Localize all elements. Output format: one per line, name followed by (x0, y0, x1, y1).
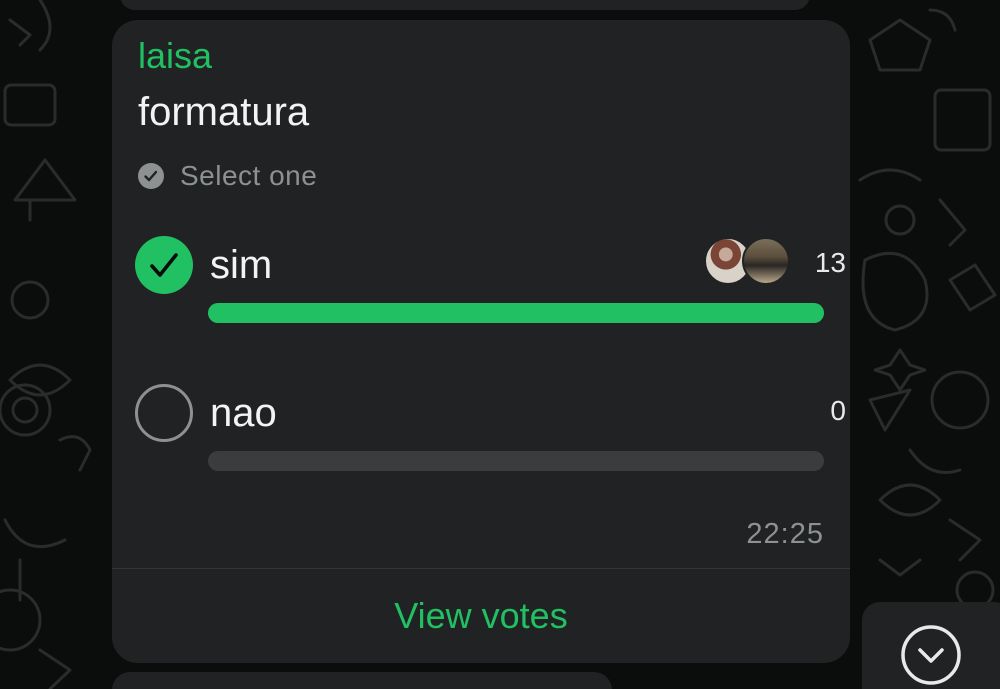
option-progress-fill (208, 303, 824, 323)
poll-option[interactable]: sim 13 (134, 233, 846, 333)
option-progress-track (208, 451, 824, 471)
option-selected-check-icon[interactable] (134, 235, 194, 295)
option-label: sim (210, 243, 273, 287)
option-progress-track (208, 303, 824, 323)
poll-message: laisa formatura Select one sim 13 nao 0 (112, 20, 850, 663)
view-votes-button[interactable]: View votes (112, 569, 850, 663)
poll-hint: Select one (138, 160, 317, 192)
voter-avatars[interactable] (704, 237, 792, 287)
option-vote-count: 0 (830, 395, 846, 426)
option-radio-icon[interactable] (134, 383, 194, 443)
poll-option[interactable]: nao 0 (134, 381, 846, 481)
sender-name[interactable]: laisa (138, 35, 212, 77)
poll-hint-text: Select one (180, 160, 318, 191)
message-timestamp: 22:25 (746, 518, 824, 550)
avatar (742, 237, 790, 285)
poll-question: formatura (138, 90, 310, 134)
previous-message-bubble (120, 0, 810, 10)
scroll-to-bottom-button[interactable] (862, 602, 1000, 689)
option-vote-count: 13 (814, 247, 846, 278)
check-circle-icon (138, 163, 164, 189)
next-message-bubble (112, 672, 612, 689)
option-label: nao (210, 391, 277, 435)
chevron-down-icon (901, 625, 961, 685)
